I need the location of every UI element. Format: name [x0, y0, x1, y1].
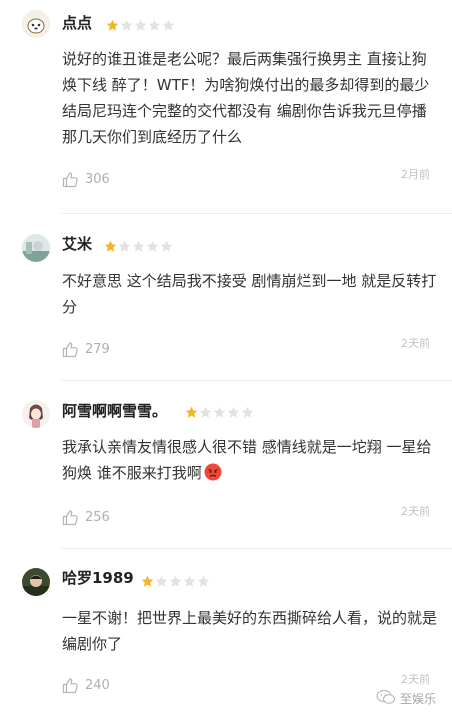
star-filled-icon [185, 404, 198, 418]
like-button[interactable]: 279 [62, 341, 110, 358]
angry-face-emoji-icon [204, 463, 222, 481]
star-rating [104, 238, 173, 252]
star-rating [185, 404, 254, 418]
username[interactable]: 阿雪啊啊雪雪。 [62, 401, 167, 421]
star-empty-icon [160, 238, 173, 252]
comment-text: 一星不谢！把世界上最美好的东西撕碎给人看，说的就是编剧你了 [62, 609, 438, 653]
star-empty-icon [162, 17, 175, 31]
star-empty-icon [118, 238, 131, 252]
like-count: 240 [85, 678, 110, 693]
divider [62, 548, 452, 549]
avatar[interactable] [22, 10, 50, 38]
username[interactable]: 哈罗1989 [62, 568, 134, 588]
star-rating [141, 573, 210, 587]
star-empty-icon [132, 238, 145, 252]
star-empty-icon [134, 17, 147, 31]
divider [62, 380, 452, 381]
star-filled-icon [106, 17, 119, 31]
star-empty-icon [213, 404, 226, 418]
star-empty-icon [197, 573, 210, 587]
star-empty-icon [183, 573, 196, 587]
star-filled-icon [104, 238, 117, 252]
watermark: 至娱乐 [376, 689, 436, 708]
avatar[interactable] [22, 234, 50, 262]
star-empty-icon [155, 573, 168, 587]
username[interactable]: 艾米 [62, 234, 92, 254]
star-filled-icon [141, 573, 154, 587]
star-empty-icon [241, 404, 254, 418]
username[interactable]: 点点 [62, 13, 92, 33]
like-count: 279 [85, 342, 110, 357]
thumbs-up-icon [62, 171, 79, 188]
like-count: 256 [85, 510, 110, 525]
comment-item: 点点 说好的谁丑谁是老公呢？最后两集强行换男主 直接让狗焕下线 醉了！WTF！为… [0, 0, 452, 214]
thumbs-up-icon [62, 509, 79, 526]
star-empty-icon [146, 238, 159, 252]
comment-text: 说好的谁丑谁是老公呢？最后两集强行换男主 直接让狗焕下线 醉了！WTF！为啥狗焕… [62, 50, 430, 146]
star-empty-icon [148, 17, 161, 31]
timestamp: 2天前 [401, 337, 430, 350]
star-empty-icon [120, 17, 133, 31]
star-rating [106, 17, 175, 31]
thumbs-up-icon [62, 341, 79, 358]
comment-text-content: 我承认亲情友情很感人很不错 感情线就是一坨翔 一星给狗焕 谁不服来打我啊 [62, 438, 432, 482]
like-button[interactable]: 256 [62, 509, 110, 526]
watermark-text: 至娱乐 [399, 692, 436, 706]
divider [62, 213, 452, 214]
like-button[interactable]: 240 [62, 677, 110, 694]
avatar[interactable] [22, 400, 50, 428]
like-button[interactable]: 306 [62, 171, 110, 188]
star-empty-icon [227, 404, 240, 418]
timestamp: 2月前 [401, 168, 430, 181]
timestamp: 2天前 [401, 673, 430, 686]
comment-text: 我承认亲情友情很感人很不错 感情线就是一坨翔 一星给狗焕 谁不服来打我啊 [62, 434, 438, 486]
timestamp: 2天前 [401, 505, 430, 518]
thumbs-up-icon [62, 677, 79, 694]
avatar[interactable] [22, 568, 50, 596]
like-count: 306 [85, 172, 110, 187]
star-empty-icon [169, 573, 182, 587]
wechat-icon [376, 689, 396, 708]
star-empty-icon [199, 404, 212, 418]
comment-text: 不好意思 这个结局我不接受 剧情崩烂到一地 就是反转打分 [62, 272, 437, 316]
